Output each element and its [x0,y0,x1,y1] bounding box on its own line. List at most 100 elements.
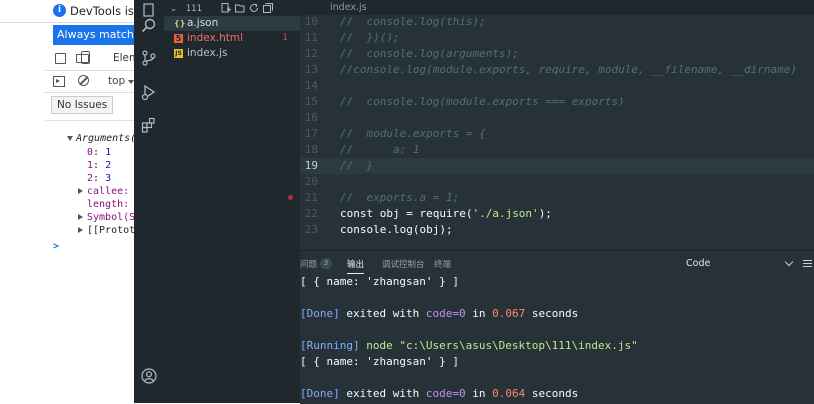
always-match-language-button[interactable]: Always match Ch [53,25,134,45]
no-issues-button[interactable]: No Issues [51,96,114,114]
console-property: 2: 3 [87,173,112,184]
code-line: 10 // console.log(this); [300,14,814,30]
code-text: // a: 1 [340,143,420,156]
problem-count-badge: 1 [282,33,288,43]
code-text: // console.log(module.exports === export… [340,95,625,108]
property-key: [[Prototy [87,225,134,236]
line-number: 21 [304,191,318,204]
line-number: 12 [304,47,318,60]
code-text: // console.log(arguments); [340,47,519,60]
output-channel-select[interactable]: Code [684,256,796,272]
tab-debug-console[interactable]: 调试控制台 [382,258,425,270]
problems-count-badge: 3 [320,258,332,269]
collapse-all-icon[interactable] [263,3,273,13]
code-line: 18 // a: 1 [300,142,814,158]
output-channel-value: Code [686,258,711,269]
line-number: 22 [304,207,318,220]
expand-triangle-icon[interactable] [78,188,83,194]
code-text: // module.exports = { [340,127,486,140]
code-text: // })(); [340,31,400,44]
html-file-icon: 5 [174,34,183,43]
account-icon[interactable] [141,368,157,384]
code-text: // } [340,159,374,172]
console-prompt[interactable]: > [53,240,59,253]
line-number: 23 [304,223,318,236]
clear-console-icon[interactable] [78,75,89,86]
output-text: [Done] exited with code=0 in 0.064 secon… [300,387,579,400]
line-number: 19 [304,159,318,172]
new-folder-icon[interactable] [235,3,245,13]
output-text: [Done] exited with code=0 in 0.067 secon… [300,307,579,320]
tab-output[interactable]: 输出 [347,258,365,274]
file-name: index.html [187,32,243,44]
devtools-panel: i DevTools is no Always match Ch Elem to… [0,0,134,403]
new-file-icon[interactable] [221,3,231,13]
inspect-element-icon[interactable] [55,53,66,64]
context-selector[interactable]: top [108,75,125,87]
callee-property[interactable]: callee: [78,185,129,198]
code-line: 12 // console.log(arguments); [300,46,814,62]
property-value: 1 [105,147,112,158]
code-line: 13 //console.log(module.exports, require,… [300,62,814,78]
length-property: length: [87,198,129,211]
file-item-a-json[interactable]: {} a.json [164,16,300,31]
tab-problems[interactable]: 问题 [300,258,317,270]
symbol-property[interactable]: Symbol(Sy [78,211,134,224]
devtools-info-text: DevTools is no [70,4,134,18]
output-panel: 问题 3 输出 调试控制台 终端 Code [ { name: 'zhangsa… [300,250,814,404]
file-item-index-js[interactable]: JS index.js [164,46,300,61]
expand-triangle-icon[interactable] [67,135,73,141]
arguments-label: Arguments( [76,133,134,144]
line-number: 11 [304,31,318,44]
json-file-icon: {} [174,19,186,28]
chevron-down-icon: ⌄ [170,4,178,14]
run-debug-icon[interactable] [141,84,157,100]
breakpoint-hint-icon[interactable] [288,195,293,200]
source-control-icon[interactable] [141,50,157,66]
refresh-icon[interactable] [249,3,259,13]
output-text: [ { name: 'zhangsan' } ] [300,275,459,288]
line-number: 18 [304,143,318,156]
console-property: 1: 2 [87,160,112,171]
file-name: a.json [187,17,219,29]
expand-triangle-icon[interactable] [78,227,83,233]
info-icon: i [53,4,66,17]
code-line: 21 // exports.a = 1; [288,190,814,206]
expand-triangle-icon[interactable] [78,214,83,220]
tab-terminal[interactable]: 终端 [434,258,451,270]
tab-label: index.js [330,2,367,13]
file-item-index-html[interactable]: 5 index.html 1 [164,31,300,46]
search-icon[interactable] [141,17,157,33]
line-number: 17 [304,127,318,140]
line-number: 20 [304,175,318,188]
vscode-window: ⌄ 111 {} a.json 5 index.html 1 JS index.… [134,0,814,404]
code-line: 22 const obj = require('./a.json'); [300,206,814,222]
tab-elements[interactable]: Elem [113,52,134,64]
editor-tab-index-js[interactable]: index.js [300,0,814,15]
code-line: 14 [300,78,814,94]
prototype-property[interactable]: [[Prototy [78,224,134,237]
show-sidebar-icon[interactable] [53,76,65,87]
output-line: [Done] exited with code=0 in 0.067 secon… [300,306,814,322]
property-value: 2 [105,160,112,171]
console-output: Arguments( 0: 1 1: 2 2: 3 callee: length… [45,120,134,403]
panel-menu-icon[interactable] [803,260,812,268]
output-line: [Running] node "c:\Users\asus\Desktop\11… [300,338,814,354]
line-number: 16 [304,111,318,124]
arguments-object[interactable]: Arguments( [67,132,134,145]
line-number: 10 [304,15,318,28]
property-key: length: [87,199,130,210]
js-file-icon: JS [174,49,183,58]
output-text: [ { name: 'zhangsan' } ] [300,355,459,368]
folder-header[interactable]: ⌄ 111 [170,4,202,14]
extensions-icon[interactable] [141,117,157,133]
output-line: [ { name: 'zhangsan' } ] [300,354,814,370]
line-number: 13 [304,63,318,76]
activity-bar [134,0,164,403]
code-editor[interactable]: index.js 10 // console.log(this); 11 // })(… [288,0,814,250]
output-line: [Done] exited with code=0 in 0.064 secon… [300,386,814,402]
devtools-tabbar: Elem [45,48,134,71]
folder-name: 111 [185,4,203,14]
